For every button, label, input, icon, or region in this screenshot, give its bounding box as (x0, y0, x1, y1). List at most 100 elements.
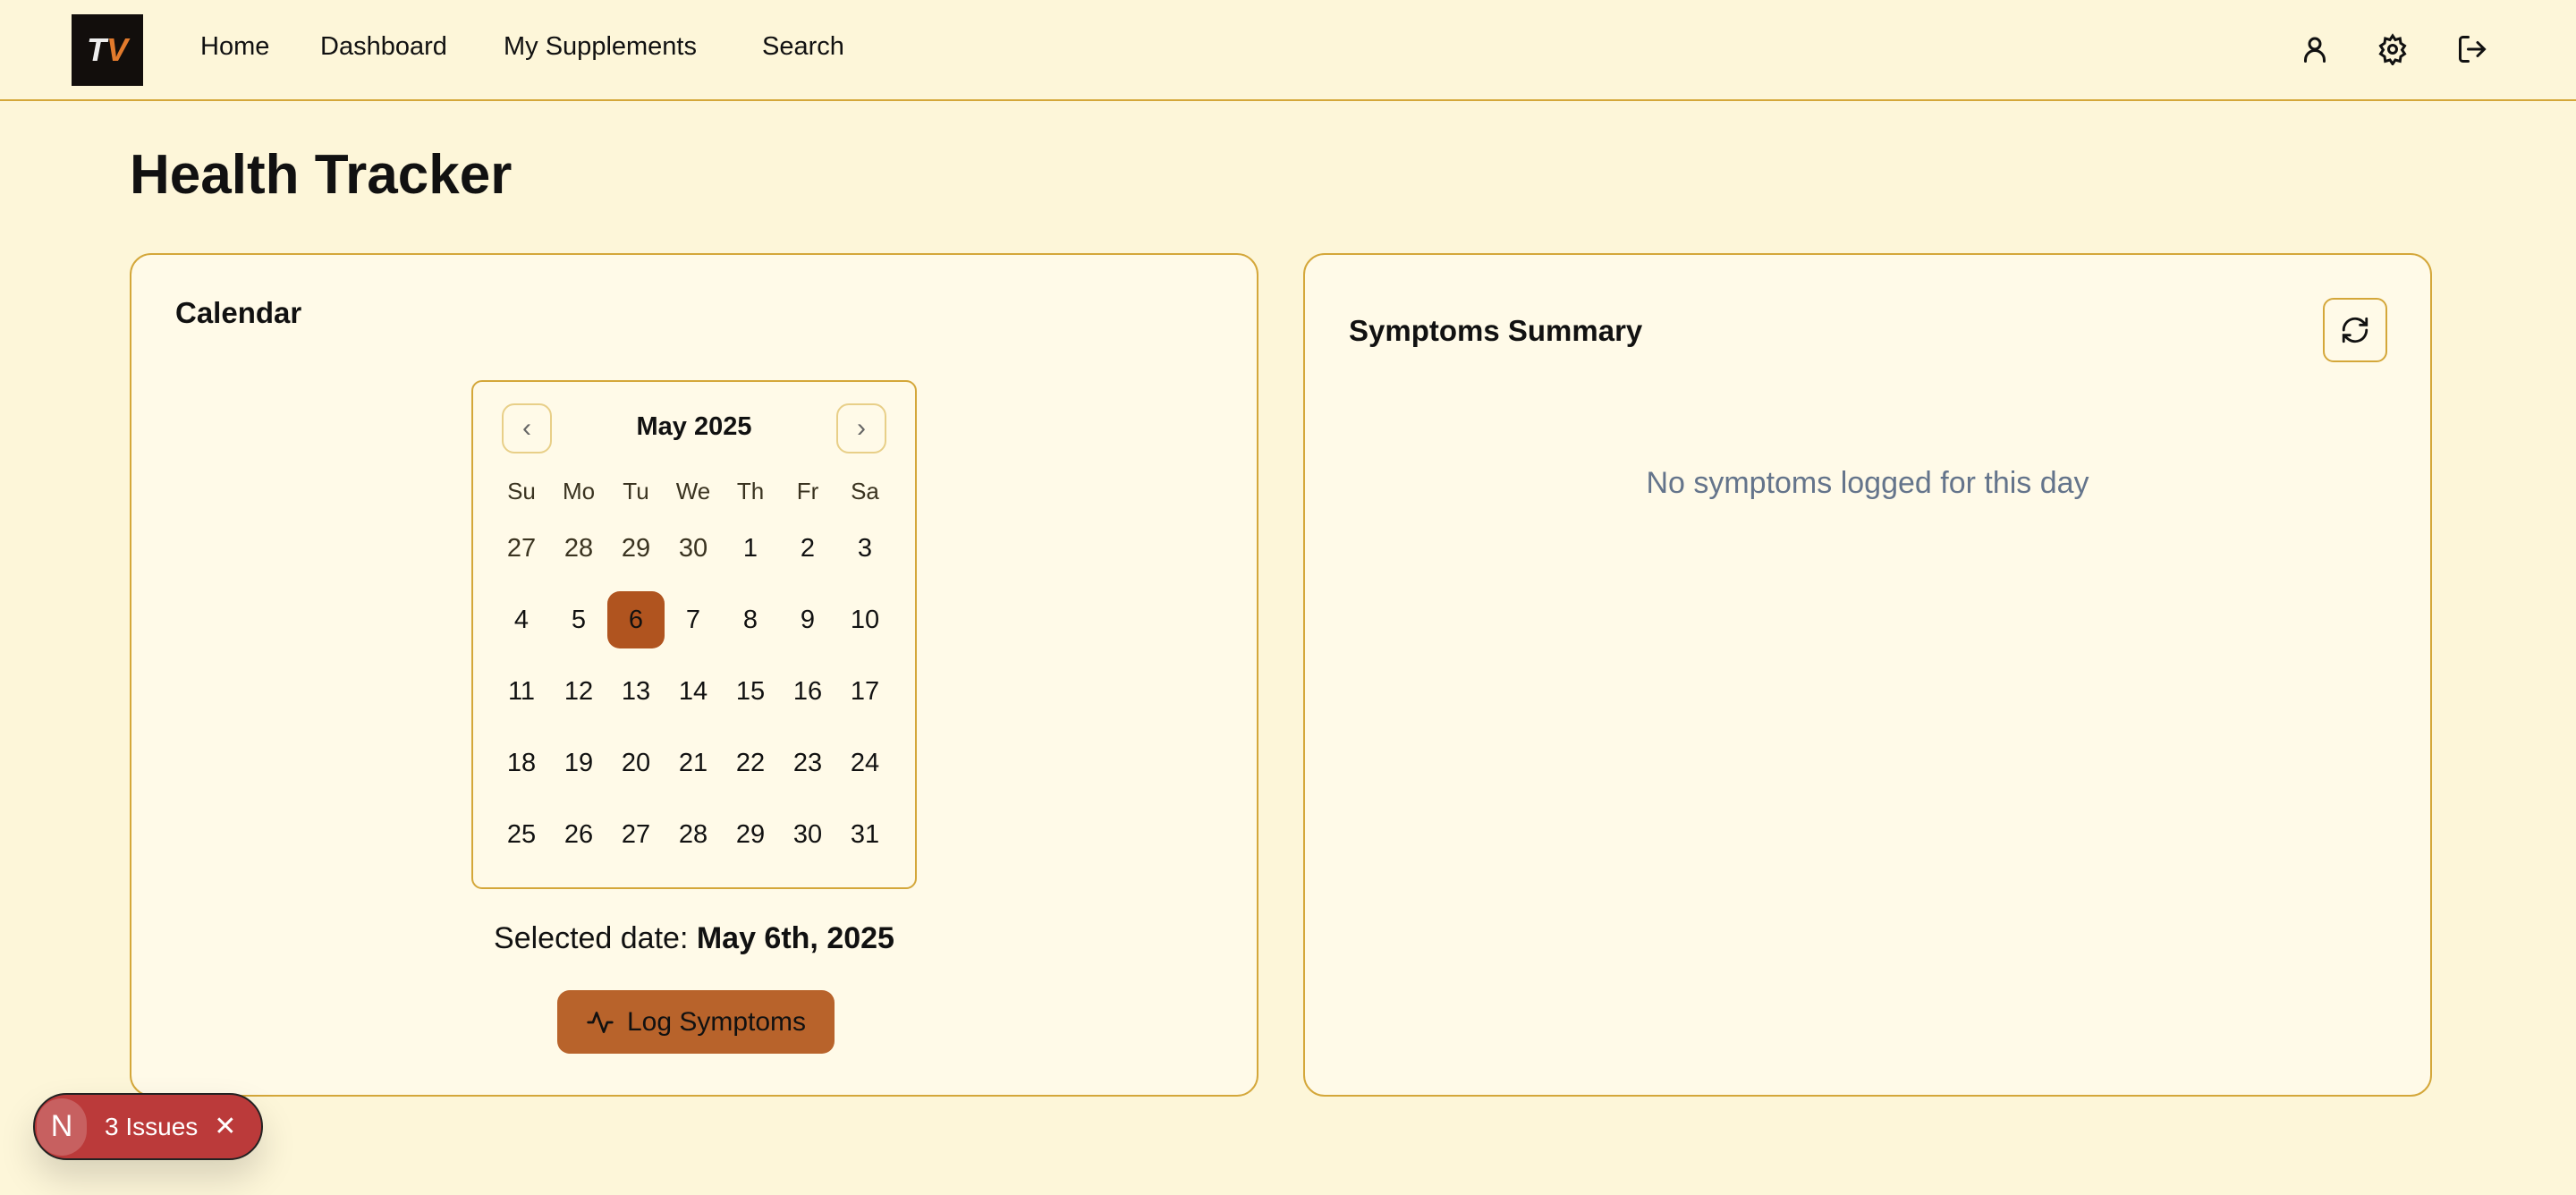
day-number: 28 (564, 533, 594, 563)
day-number: 22 (735, 748, 766, 777)
day-number: 14 (678, 676, 708, 706)
calendar-day[interactable]: 31 (836, 799, 894, 870)
user-icon[interactable] (2299, 33, 2331, 65)
day-number: 29 (735, 819, 766, 849)
day-number: 21 (678, 748, 708, 777)
day-number: 18 (506, 748, 537, 777)
day-number: 3 (857, 533, 873, 563)
day-number: 23 (792, 748, 823, 777)
weekday-header: We (675, 477, 711, 504)
day-number: 30 (678, 533, 708, 563)
page-title: Health Tracker (130, 144, 513, 206)
calendar-day[interactable]: 29 (722, 799, 779, 870)
calendar-day[interactable]: 11 (493, 656, 550, 727)
calendar-day[interactable]: 4 (493, 584, 550, 656)
calendar-day[interactable]: 23 (779, 727, 836, 799)
weekday-header: Mo (562, 477, 596, 504)
empty-state: No symptoms logged for this day (1646, 466, 2089, 500)
day-number: 9 (800, 605, 816, 634)
calendar-day[interactable]: 7 (665, 584, 722, 656)
nav-dashboard[interactable]: Dashboard (320, 32, 447, 62)
day-number: 25 (506, 819, 537, 849)
calendar-day-selected[interactable]: 6 (607, 584, 665, 656)
calendar-day[interactable]: 28 (665, 799, 722, 870)
day-number: 10 (850, 605, 880, 634)
selected-date: Selected date: May 6th, 2025 (131, 921, 1257, 956)
refresh-button[interactable] (2323, 298, 2387, 362)
day-number: 27 (621, 819, 651, 849)
day-number: 15 (735, 676, 766, 706)
nav-my-supplements[interactable]: My Supplements (504, 32, 697, 62)
next-logo-icon: N (37, 1098, 87, 1156)
chevron-right-icon: › (857, 413, 866, 443)
calendar-day[interactable]: 19 (550, 727, 607, 799)
nav-home[interactable]: Home (200, 32, 269, 62)
day-number: 16 (792, 676, 823, 706)
day-number: 29 (621, 533, 651, 563)
calendar-day[interactable]: 28 (550, 513, 607, 584)
issues-badge[interactable]: N 3 Issues ✕ (33, 1093, 263, 1160)
day-number: 30 (792, 819, 823, 849)
calendar-card: Calendar ‹ May 2025 › Su Mo Tu We Th Fr Sa 27 28… (130, 253, 1258, 1097)
day-number: 17 (850, 676, 880, 706)
issues-label[interactable]: 3 Issues (105, 1113, 198, 1141)
calendar-day[interactable]: 17 (836, 656, 894, 727)
calendar-day[interactable]: 12 (550, 656, 607, 727)
day-number: 31 (850, 819, 880, 849)
calendar: ‹ May 2025 › Su Mo Tu We Th Fr Sa 27 28 29 30 1 2 3 4 5… (471, 380, 917, 889)
weekday-header: Th (736, 477, 765, 504)
calendar-day[interactable]: 15 (722, 656, 779, 727)
calendar-day[interactable]: 18 (493, 727, 550, 799)
logout-icon[interactable] (2456, 33, 2488, 65)
day-number: 24 (850, 748, 880, 777)
weekday-header: Su (507, 477, 536, 504)
day-number: 26 (564, 819, 594, 849)
refresh-icon (2342, 317, 2368, 343)
close-icon[interactable]: ✕ (214, 1111, 236, 1142)
weekday-header: Tu (623, 477, 649, 504)
selected-date-value: May 6th, 2025 (696, 921, 894, 955)
symptoms-summary-title: Symptoms Summary (1349, 314, 1643, 347)
calendar-day[interactable]: 25 (493, 799, 550, 870)
calendar-day[interactable]: 30 (779, 799, 836, 870)
nav-search[interactable]: Search (762, 32, 844, 62)
weekday-header: Fr (796, 477, 819, 504)
calendar-day[interactable]: 27 (493, 513, 550, 584)
day-number: 7 (685, 605, 701, 634)
log-symptoms-label: Log Symptoms (626, 1006, 807, 1037)
day-number: 19 (564, 748, 594, 777)
day-number: 4 (513, 605, 530, 634)
calendar-day[interactable]: 5 (550, 584, 607, 656)
day-number: 5 (571, 605, 587, 634)
calendar-day[interactable]: 20 (607, 727, 665, 799)
calendar-day[interactable]: 27 (607, 799, 665, 870)
logo[interactable]: TV (72, 14, 143, 86)
calendar-day[interactable]: 16 (779, 656, 836, 727)
day-number: 1 (742, 533, 758, 563)
calendar-day[interactable]: 2 (779, 513, 836, 584)
calendar-day[interactable]: 1 (722, 513, 779, 584)
calendar-day[interactable]: 22 (722, 727, 779, 799)
calendar-grid: Su Mo Tu We Th Fr Sa 27 28 29 30 1 2 3 4 5 6 7 8 9 10 11 12 13 1… (493, 470, 894, 870)
symptoms-summary-card: Symptoms Summary No symptoms logged for … (1303, 253, 2432, 1097)
calendar-day[interactable]: 14 (665, 656, 722, 727)
log-symptoms-button[interactable]: Log Symptoms (557, 990, 835, 1054)
calendar-day[interactable]: 10 (836, 584, 894, 656)
calendar-day[interactable]: 30 (665, 513, 722, 584)
activity-icon (587, 1011, 614, 1033)
calendar-day[interactable]: 29 (607, 513, 665, 584)
settings-icon[interactable] (2377, 33, 2409, 65)
calendar-day[interactable]: 8 (722, 584, 779, 656)
weekday-header: Sa (851, 477, 879, 504)
calendar-day[interactable]: 26 (550, 799, 607, 870)
calendar-day[interactable]: 13 (607, 656, 665, 727)
day-number: 2 (800, 533, 816, 563)
selected-date-label: Selected date: (494, 921, 697, 955)
day-number: 13 (621, 676, 651, 706)
calendar-day[interactable]: 9 (779, 584, 836, 656)
calendar-day[interactable]: 21 (665, 727, 722, 799)
calendar-title: Calendar (175, 296, 302, 329)
calendar-day[interactable]: 24 (836, 727, 894, 799)
next-month-button[interactable]: › (836, 403, 886, 453)
calendar-day[interactable]: 3 (836, 513, 894, 584)
